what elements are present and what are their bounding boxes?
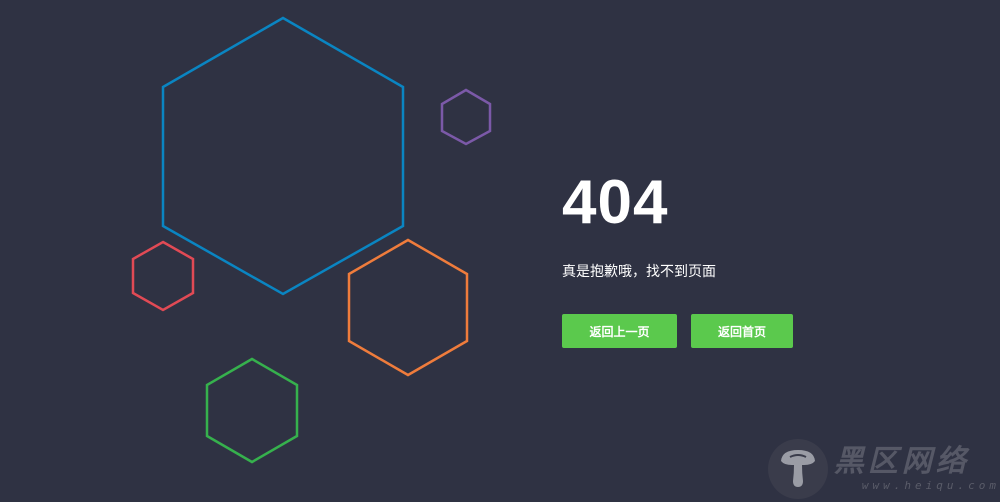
error-code: 404	[562, 168, 669, 237]
home-button[interactable]: 返回首页	[691, 314, 793, 348]
hexagon-purple-small	[440, 88, 492, 146]
watermark-title: 黑区网络	[833, 444, 970, 479]
watermark-text: 黑区网络 www.heiqu.com	[834, 445, 1000, 493]
watermark: 黑区网络 www.heiqu.com	[768, 436, 1000, 502]
hexagon-red	[131, 240, 195, 312]
mushroom-icon	[768, 439, 828, 499]
back-button[interactable]: 返回上一页	[562, 314, 677, 348]
hexagon-orange	[347, 238, 469, 377]
hexagon-blue-large	[161, 16, 405, 296]
error-content: 404 真是抱歉哦，找不到页面 返回上一页 返回首页	[562, 168, 922, 348]
action-buttons: 返回上一页 返回首页	[562, 314, 922, 348]
error-message: 真是抱歉哦，找不到页面	[562, 264, 716, 280]
error-page: 404 真是抱歉哦，找不到页面 返回上一页 返回首页 黑区网络 www.heiq…	[0, 0, 1000, 502]
watermark-subtitle: www.heiqu.com	[861, 479, 1000, 492]
hexagon-green	[205, 357, 299, 464]
